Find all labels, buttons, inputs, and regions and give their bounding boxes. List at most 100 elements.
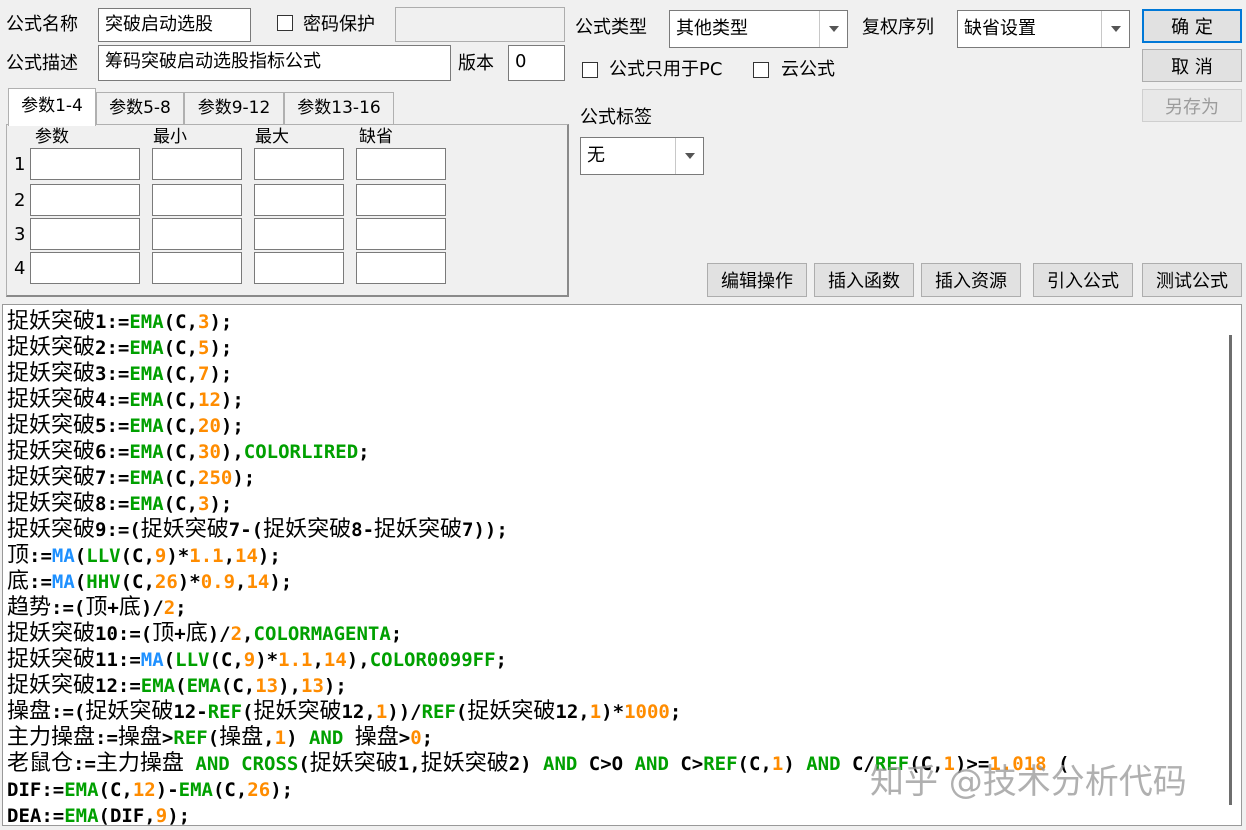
code-token: COLOR0099FF <box>369 649 496 671</box>
code-token: (DIF, <box>98 805 156 826</box>
code-line[interactable]: 主力操盘:=操盘>REF(操盘,1) AND 操盘>0; <box>7 725 1217 751</box>
code-token: LLV <box>175 649 210 671</box>
code-token: , <box>235 571 247 593</box>
code-token: ( <box>74 545 87 567</box>
param-name-input[interactable] <box>30 252 140 284</box>
code-token: 14 <box>246 571 270 593</box>
code-line[interactable]: 捉妖突破9:=(捉妖突破7-(捉妖突破8-捉妖突破7)); <box>7 517 1217 543</box>
code-text[interactable]: 捉妖突破1:=EMA(C,3); 捉妖突破2:=EMA(C,5); 捉妖突破3:=E… <box>7 309 1217 826</box>
code-token: ; <box>390 623 403 645</box>
param-name-input[interactable] <box>30 148 140 180</box>
chevron-down-icon[interactable] <box>1101 11 1129 47</box>
code-line[interactable]: 捉妖突破11:=MA(LLV(C,9)*1.1,14),COLOR0099FF; <box>7 647 1217 673</box>
param-default-input[interactable] <box>356 252 446 284</box>
chevron-down-icon[interactable] <box>675 138 703 174</box>
param-max-input[interactable] <box>254 218 344 250</box>
code-token: AND CROSS <box>195 753 299 775</box>
code-line[interactable]: 捉妖突破7:=EMA(C,250); <box>7 465 1217 491</box>
param-min-input[interactable] <box>152 184 242 216</box>
code-token: (C, <box>163 337 198 359</box>
code-token: (C, <box>163 441 198 463</box>
code-token: 10:=( <box>95 623 153 645</box>
code-token: , <box>263 727 275 749</box>
param-header-name: 参数 <box>35 127 69 147</box>
param-max-input[interactable] <box>254 148 344 180</box>
code-token: ); <box>269 571 293 593</box>
code-token: 1, <box>397 753 421 775</box>
cancel-button[interactable]: 取 消 <box>1142 49 1242 82</box>
insert-resource-button[interactable]: 插入资源 <box>921 263 1021 297</box>
param-default-input[interactable] <box>356 184 446 216</box>
formula-desc-input[interactable]: 筹码突破启动选股指标公式 <box>98 45 451 81</box>
code-token: 老鼠仓 <box>7 751 74 776</box>
formula-tag-select[interactable]: 无 <box>580 137 704 175</box>
param-min-input[interactable] <box>152 218 242 250</box>
edit-operation-button[interactable]: 编辑操作 <box>707 263 807 297</box>
code-line[interactable]: 操盘:=(捉妖突破12-REF(捉妖突破12,1))/REF(捉妖突破12,1)… <box>7 699 1217 725</box>
tab-params-9-12[interactable]: 参数9-12 <box>184 92 284 124</box>
code-token: 14 <box>323 649 347 671</box>
code-line[interactable]: 捉妖突破8:=EMA(C,3); <box>7 491 1217 517</box>
code-token: 2:= <box>95 337 130 359</box>
code-editor[interactable]: 捉妖突破1:=EMA(C,3); 捉妖突破2:=EMA(C,5); 捉妖突破3:=E… <box>2 304 1242 826</box>
insert-function-button[interactable]: 插入函数 <box>814 263 914 297</box>
code-line[interactable]: 趋势:=(顶+底)/2; <box>7 595 1217 621</box>
save-as-button[interactable]: 另存为 <box>1142 89 1242 122</box>
code-token: ); <box>257 545 281 567</box>
code-token: 捉妖突破 <box>7 439 96 464</box>
version-input[interactable]: 0 <box>508 45 565 81</box>
param-max-input[interactable] <box>254 252 344 284</box>
tab-params-13-16[interactable]: 参数13-16 <box>284 92 394 124</box>
code-token: (C, <box>737 753 772 775</box>
formula-name-input[interactable]: 突破启动选股 <box>98 8 251 42</box>
code-line[interactable]: 捉妖突破6:=EMA(C,30),COLORLIRED; <box>7 439 1217 465</box>
code-line[interactable]: DEA:=EMA(DIF,9); <box>7 803 1217 826</box>
code-line[interactable]: 捉妖突破4:=EMA(C,12); <box>7 387 1217 413</box>
code-token: 20 <box>198 415 221 437</box>
code-token: ; <box>175 597 187 619</box>
code-token: 顶 <box>152 621 175 646</box>
code-line[interactable]: 顶:=MA(LLV(C,9)*1.1,14); <box>7 543 1217 569</box>
param-max-input[interactable] <box>254 184 344 216</box>
cloud-checkbox[interactable] <box>753 62 769 78</box>
param-default-input[interactable] <box>356 218 446 250</box>
password-checkbox[interactable] <box>277 15 293 31</box>
vertical-scrollbar[interactable] <box>1219 305 1241 825</box>
code-line[interactable]: 捉妖突破5:=EMA(C,20); <box>7 413 1217 439</box>
param-default-input[interactable] <box>356 148 446 180</box>
scrollbar-thumb[interactable] <box>1229 335 1232 805</box>
tab-params-5-8[interactable]: 参数5-8 <box>96 92 184 124</box>
param-row-number: 1 <box>14 154 26 175</box>
code-token: , <box>223 545 236 567</box>
code-token: EMA <box>129 441 164 463</box>
rights-select[interactable]: 缺省设置 <box>957 10 1130 48</box>
code-line[interactable]: 底:=MA(HHV(C,26)*0.9,14); <box>7 569 1217 595</box>
code-token: 捉妖突破 <box>7 673 96 698</box>
param-name-input[interactable] <box>30 218 140 250</box>
tab-params-1-4[interactable]: 参数1-4 <box>8 88 96 126</box>
code-line[interactable]: 捉妖突破3:=EMA(C,7); <box>7 361 1217 387</box>
code-line[interactable]: 捉妖突破2:=EMA(C,5); <box>7 335 1217 361</box>
code-line[interactable]: 捉妖突破1:=EMA(C,3); <box>7 309 1217 335</box>
param-min-input[interactable] <box>152 252 242 284</box>
code-token: AND <box>543 753 578 775</box>
chevron-down-icon[interactable] <box>819 11 847 47</box>
test-formula-button[interactable]: 测试公式 <box>1142 263 1242 297</box>
ok-button[interactable]: 确 定 <box>1142 9 1242 43</box>
import-formula-button[interactable]: 引入公式 <box>1033 263 1133 297</box>
pc-only-checkbox[interactable] <box>582 62 598 78</box>
code-line[interactable]: 捉妖突破10:=(顶+底)/2,COLORMAGENTA; <box>7 621 1217 647</box>
code-token: 捉妖突破 <box>7 647 96 672</box>
code-token: MA <box>51 545 75 567</box>
code-token: ); <box>167 805 191 826</box>
code-token: EMA <box>140 675 176 697</box>
code-token: 捉妖突破 <box>7 517 96 542</box>
param-name-input[interactable] <box>30 184 140 216</box>
code-token: 捉妖突破 <box>420 751 509 776</box>
param-min-input[interactable] <box>152 148 242 180</box>
code-line[interactable]: 捉妖突破12:=EMA(EMA(C,13),13); <box>7 673 1217 699</box>
code-token: 捉妖突破 <box>7 621 96 646</box>
code-token: 13 <box>255 675 279 697</box>
formula-type-select[interactable]: 其他类型 <box>669 10 848 48</box>
